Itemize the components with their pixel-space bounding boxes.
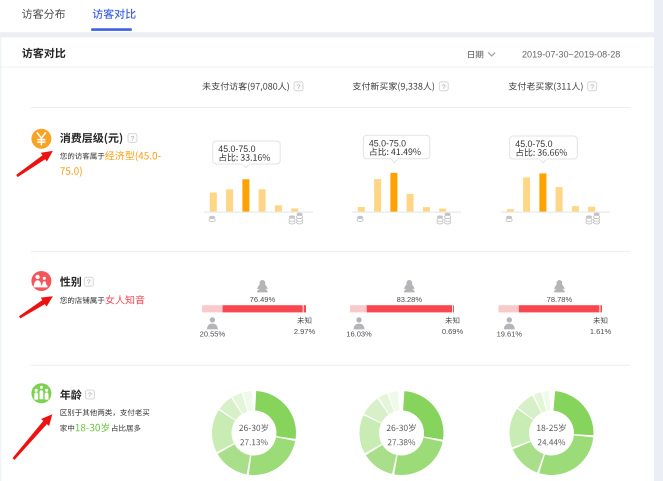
svg-text:1.61%: 1.61% (590, 327, 612, 336)
svg-text:0.69%: 0.69% (442, 327, 464, 336)
svg-text:83.28%: 83.28% (397, 295, 423, 304)
svg-text:16.03%: 16.03% (346, 330, 372, 339)
svg-text:?: ? (297, 84, 301, 91)
svg-text:45.0-75.0: 45.0-75.0 (369, 138, 406, 148)
svg-text:76.49%: 76.49% (250, 295, 276, 304)
svg-text:?: ? (442, 84, 446, 91)
svg-text:78.78%: 78.78% (547, 295, 573, 304)
svg-text:2019-07-30~2019-08-28: 2019-07-30~2019-08-28 (522, 49, 620, 59)
svg-text:2.97%: 2.97% (294, 327, 316, 336)
svg-text:19.61%: 19.61% (497, 330, 523, 339)
svg-text:45.0-75.0: 45.0-75.0 (515, 139, 552, 149)
svg-text:45.0-75.0: 45.0-75.0 (218, 144, 255, 154)
svg-text:?: ? (131, 136, 135, 143)
svg-text:?: ? (88, 392, 92, 399)
svg-text:20.55%: 20.55% (200, 330, 226, 339)
svg-text:?: ? (590, 84, 594, 91)
svg-text:?: ? (87, 279, 91, 286)
